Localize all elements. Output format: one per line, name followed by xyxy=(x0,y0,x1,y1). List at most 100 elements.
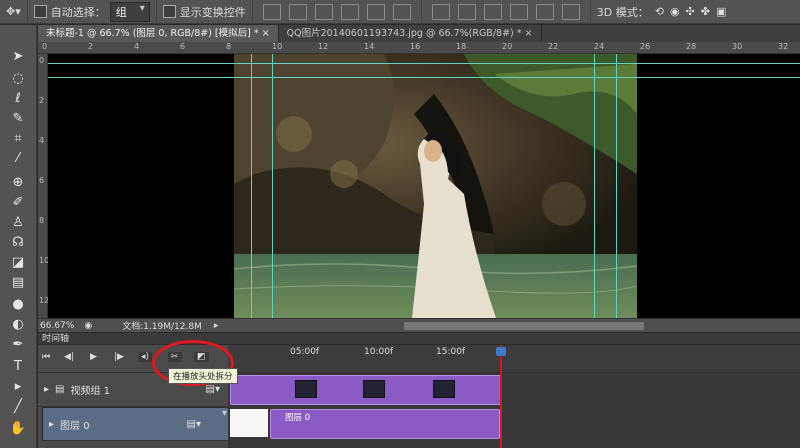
auto-select-checkbox[interactable] xyxy=(33,5,47,18)
align-vcenter-icon[interactable] xyxy=(288,3,307,20)
eyedropper-tool-icon[interactable]: ⁄ xyxy=(7,149,29,167)
previous-frame-icon[interactable]: ◀| xyxy=(64,352,74,362)
align-buttons xyxy=(253,0,422,24)
ruler-tick-label: 10 xyxy=(272,42,283,51)
blur-tool-icon[interactable]: ● xyxy=(7,295,29,313)
play-icon[interactable]: ▶ xyxy=(90,352,97,362)
show-transform-checkbox[interactable] xyxy=(162,5,176,18)
guide-horizontal[interactable] xyxy=(48,77,800,78)
timeline-panel-header: 时间轴 xyxy=(38,333,800,345)
quick-select-tool-icon[interactable]: ✎ xyxy=(7,109,29,127)
close-icon[interactable]: × xyxy=(262,28,270,39)
tab-qq-image[interactable]: QQ图片20140601193743.jpg @ 66.7%(RGB/8#) *… xyxy=(279,25,542,42)
ruler-tick-label: 14 xyxy=(364,42,375,51)
move-tool-icon[interactable]: ➤ xyxy=(7,47,29,65)
scale-3d-icon[interactable]: ▣ xyxy=(716,5,726,18)
tooltip: 在播放头处拆分 xyxy=(168,368,238,384)
ruler-tick-label: 18 xyxy=(456,42,467,51)
ruler-tick-label: 26 xyxy=(640,42,651,51)
playhead[interactable] xyxy=(500,345,502,448)
distribute-buttons xyxy=(422,0,591,24)
move-tool-preset[interactable]: ✥▾ xyxy=(0,0,28,24)
ruler-tick-label: 0 xyxy=(42,42,48,51)
audio-icon[interactable]: ◂) xyxy=(138,352,153,362)
rotate-3d-icon[interactable]: ⟲ xyxy=(655,5,664,18)
go-to-first-frame-icon[interactable]: ⏮ xyxy=(42,352,50,362)
tab-untitled-1[interactable]: 未标题-1 @ 66.7% (图层 0, RGB/8#) [模拟后] * × xyxy=(38,25,279,42)
distribute-bottom-icon[interactable] xyxy=(483,3,502,20)
expand-arrow-icon[interactable]: ▸ xyxy=(44,384,49,395)
playhead-handle[interactable] xyxy=(496,347,506,356)
document-canvas[interactable] xyxy=(48,54,800,318)
hand-tool-icon[interactable]: ✋ xyxy=(7,419,29,437)
distribute-right-icon[interactable] xyxy=(561,3,580,20)
gradient-tool-icon[interactable]: ▤ xyxy=(7,273,29,291)
distribute-vcenter-icon[interactable] xyxy=(457,3,476,20)
zoom-level[interactable]: 66.67% xyxy=(40,321,74,331)
photo-image xyxy=(234,54,637,318)
align-hcenter-icon[interactable] xyxy=(366,3,385,20)
guide-horizontal[interactable] xyxy=(48,63,800,64)
timeline-ruler[interactable]: 05:00f 10:00f 15:00f xyxy=(228,345,800,373)
white-clip[interactable] xyxy=(230,409,268,437)
status-bar: 66.67% ◉ 文档:1.19M/12.8M ▸ xyxy=(38,318,800,332)
pen-tool-icon[interactable]: ✒ xyxy=(7,335,29,353)
ruler-tick-label: 28 xyxy=(686,42,697,51)
horizontal-scrollbar[interactable] xyxy=(404,322,644,330)
slide-3d-icon[interactable]: ✤ xyxy=(701,5,710,18)
track-layer-0[interactable]: ▸ 图层 0 ▤▾ xyxy=(42,407,232,441)
roll-3d-icon[interactable]: ◉ xyxy=(670,5,680,18)
crop-tool-icon[interactable]: ⌗ xyxy=(7,129,29,147)
distribute-hcenter-icon[interactable] xyxy=(535,3,554,20)
track-menu-icon[interactable]: ▤▾ xyxy=(206,384,220,395)
video-group-clip[interactable] xyxy=(230,375,502,405)
ruler-tick-label: 12 xyxy=(318,42,329,51)
expand-arrow-icon[interactable]: ▸ xyxy=(49,419,54,430)
ruler-tick-label: 2 xyxy=(88,42,94,51)
guide-vertical[interactable] xyxy=(251,54,252,318)
type-tool-icon[interactable]: T xyxy=(7,357,29,375)
next-frame-icon[interactable]: |▶ xyxy=(114,352,124,362)
vertical-ruler[interactable]: 0 2 4 6 8 10 12 xyxy=(38,54,49,318)
status-menu-arrow-icon[interactable]: ▸ xyxy=(214,321,219,331)
guide-vertical[interactable] xyxy=(594,54,595,318)
ruler-tick-label: 2 xyxy=(39,96,45,105)
history-brush-tool-icon[interactable]: ☊ xyxy=(7,233,29,251)
brush-tool-icon[interactable]: ✐ xyxy=(7,193,29,211)
show-transform-label: 显示变换控件 xyxy=(179,5,246,19)
film-icon: ▤ xyxy=(55,384,65,395)
track-menu-icon[interactable]: ▤▾ xyxy=(187,419,201,430)
distribute-top-icon[interactable] xyxy=(431,3,450,20)
timeline-title: 时间轴 xyxy=(42,334,70,344)
clip-thumbnail xyxy=(363,380,385,398)
timeline-tracks[interactable]: 图层 0 xyxy=(228,373,800,448)
ruler-tick-label: 32 xyxy=(778,42,789,51)
clone-stamp-tool-icon[interactable]: ♙ xyxy=(7,213,29,231)
align-top-icon[interactable] xyxy=(262,3,281,20)
lasso-tool-icon[interactable]: ℓ xyxy=(7,89,29,107)
pan-3d-icon[interactable]: ✣ xyxy=(686,5,695,18)
marquee-tool-icon[interactable]: ◌ xyxy=(7,69,29,87)
path-select-tool-icon[interactable]: ▸ xyxy=(7,377,29,395)
time-label: 15:00f xyxy=(436,347,466,357)
doc-info: 文档:1.19M/12.8M xyxy=(122,322,202,332)
guide-vertical[interactable] xyxy=(272,54,273,318)
guide-vertical[interactable] xyxy=(616,54,617,318)
close-icon[interactable]: × xyxy=(525,28,533,39)
dodge-tool-icon[interactable]: ◐ xyxy=(7,315,29,333)
line-tool-icon[interactable]: ╱ xyxy=(7,397,29,415)
ruler-tick-label: 22 xyxy=(548,42,559,51)
layer-0-clip[interactable]: 图层 0 xyxy=(270,409,500,439)
distribute-left-icon[interactable] xyxy=(509,3,528,20)
auto-select-dropdown[interactable]: 组 xyxy=(109,1,150,22)
ruler-tick-label: 0 xyxy=(39,56,45,65)
align-right-icon[interactable] xyxy=(392,3,411,20)
align-bottom-icon[interactable] xyxy=(314,3,333,20)
align-left-icon[interactable] xyxy=(340,3,359,20)
healing-brush-tool-icon[interactable]: ⊕ xyxy=(7,173,29,191)
ruler-tick-label: 8 xyxy=(39,216,45,225)
mode-3d-label: 3D 模式： xyxy=(596,5,649,19)
horizontal-ruler[interactable]: 0 2 4 6 8 10 12 14 16 18 20 22 24 26 28 30 32 xyxy=(38,42,800,54)
eraser-tool-icon[interactable]: ◪ xyxy=(7,253,29,271)
move-icon: ✥▾ xyxy=(6,5,21,18)
